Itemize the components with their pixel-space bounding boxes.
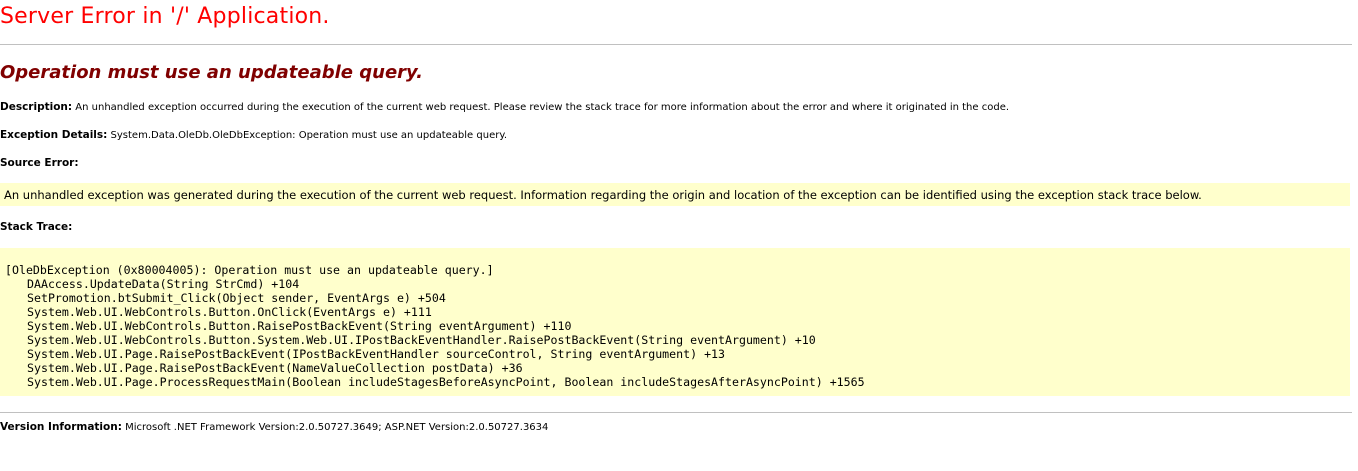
bottom-divider [0,412,1352,413]
stack-trace-box: [OleDbException (0x80004005): Operation … [0,248,1350,396]
source-error-text: An unhandled exception was generated dur… [4,188,1202,202]
stack-trace-line: DAAccess.UpdateData(String StrCmd) +104 [27,277,300,291]
error-message-heading: Operation must use an updateable query. [0,62,423,83]
stack-trace-code: [OleDbException (0x80004005): Operation … [5,263,865,389]
stack-trace-line: System.Web.UI.Page.ProcessRequestMain(Bo… [27,375,865,389]
exception-details-line: Exception Details: System.Data.OleDb.Ole… [0,129,507,141]
source-error-heading: Source Error: [0,157,79,169]
stack-trace-line: System.Web.UI.WebControls.Button.RaisePo… [27,319,572,333]
version-information-text: Microsoft .NET Framework Version:2.0.507… [121,422,549,433]
stack-trace-line: System.Web.UI.Page.RaisePostBackEvent(IP… [27,347,726,361]
stack-trace-line: [OleDbException (0x80004005): Operation … [5,263,494,277]
stack-trace-heading: Stack Trace: [0,221,73,233]
description-label: Description: [0,101,73,113]
stack-trace-line: System.Web.UI.WebControls.Button.OnClick… [27,305,432,319]
exception-details-label: Exception Details: [0,129,108,141]
version-information-label: Version Information: [0,421,122,433]
source-error-box: An unhandled exception was generated dur… [0,183,1350,206]
page-title: Server Error in '/' Application. [0,4,330,29]
description-line: Description: An unhandled exception occu… [0,101,1009,113]
description-text: An unhandled exception occurred during t… [72,102,1010,113]
version-information-line: Version Information: Microsoft .NET Fram… [0,421,548,433]
exception-details-text: System.Data.OleDb.OleDbException: Operat… [107,130,507,141]
stack-trace-line: System.Web.UI.WebControls.Button.System.… [27,333,816,347]
stack-trace-line: System.Web.UI.Page.RaisePostBackEvent(Na… [27,361,523,375]
stack-trace-line: SetPromotion.btSubmit_Click(Object sende… [27,291,446,305]
top-divider [0,44,1352,45]
